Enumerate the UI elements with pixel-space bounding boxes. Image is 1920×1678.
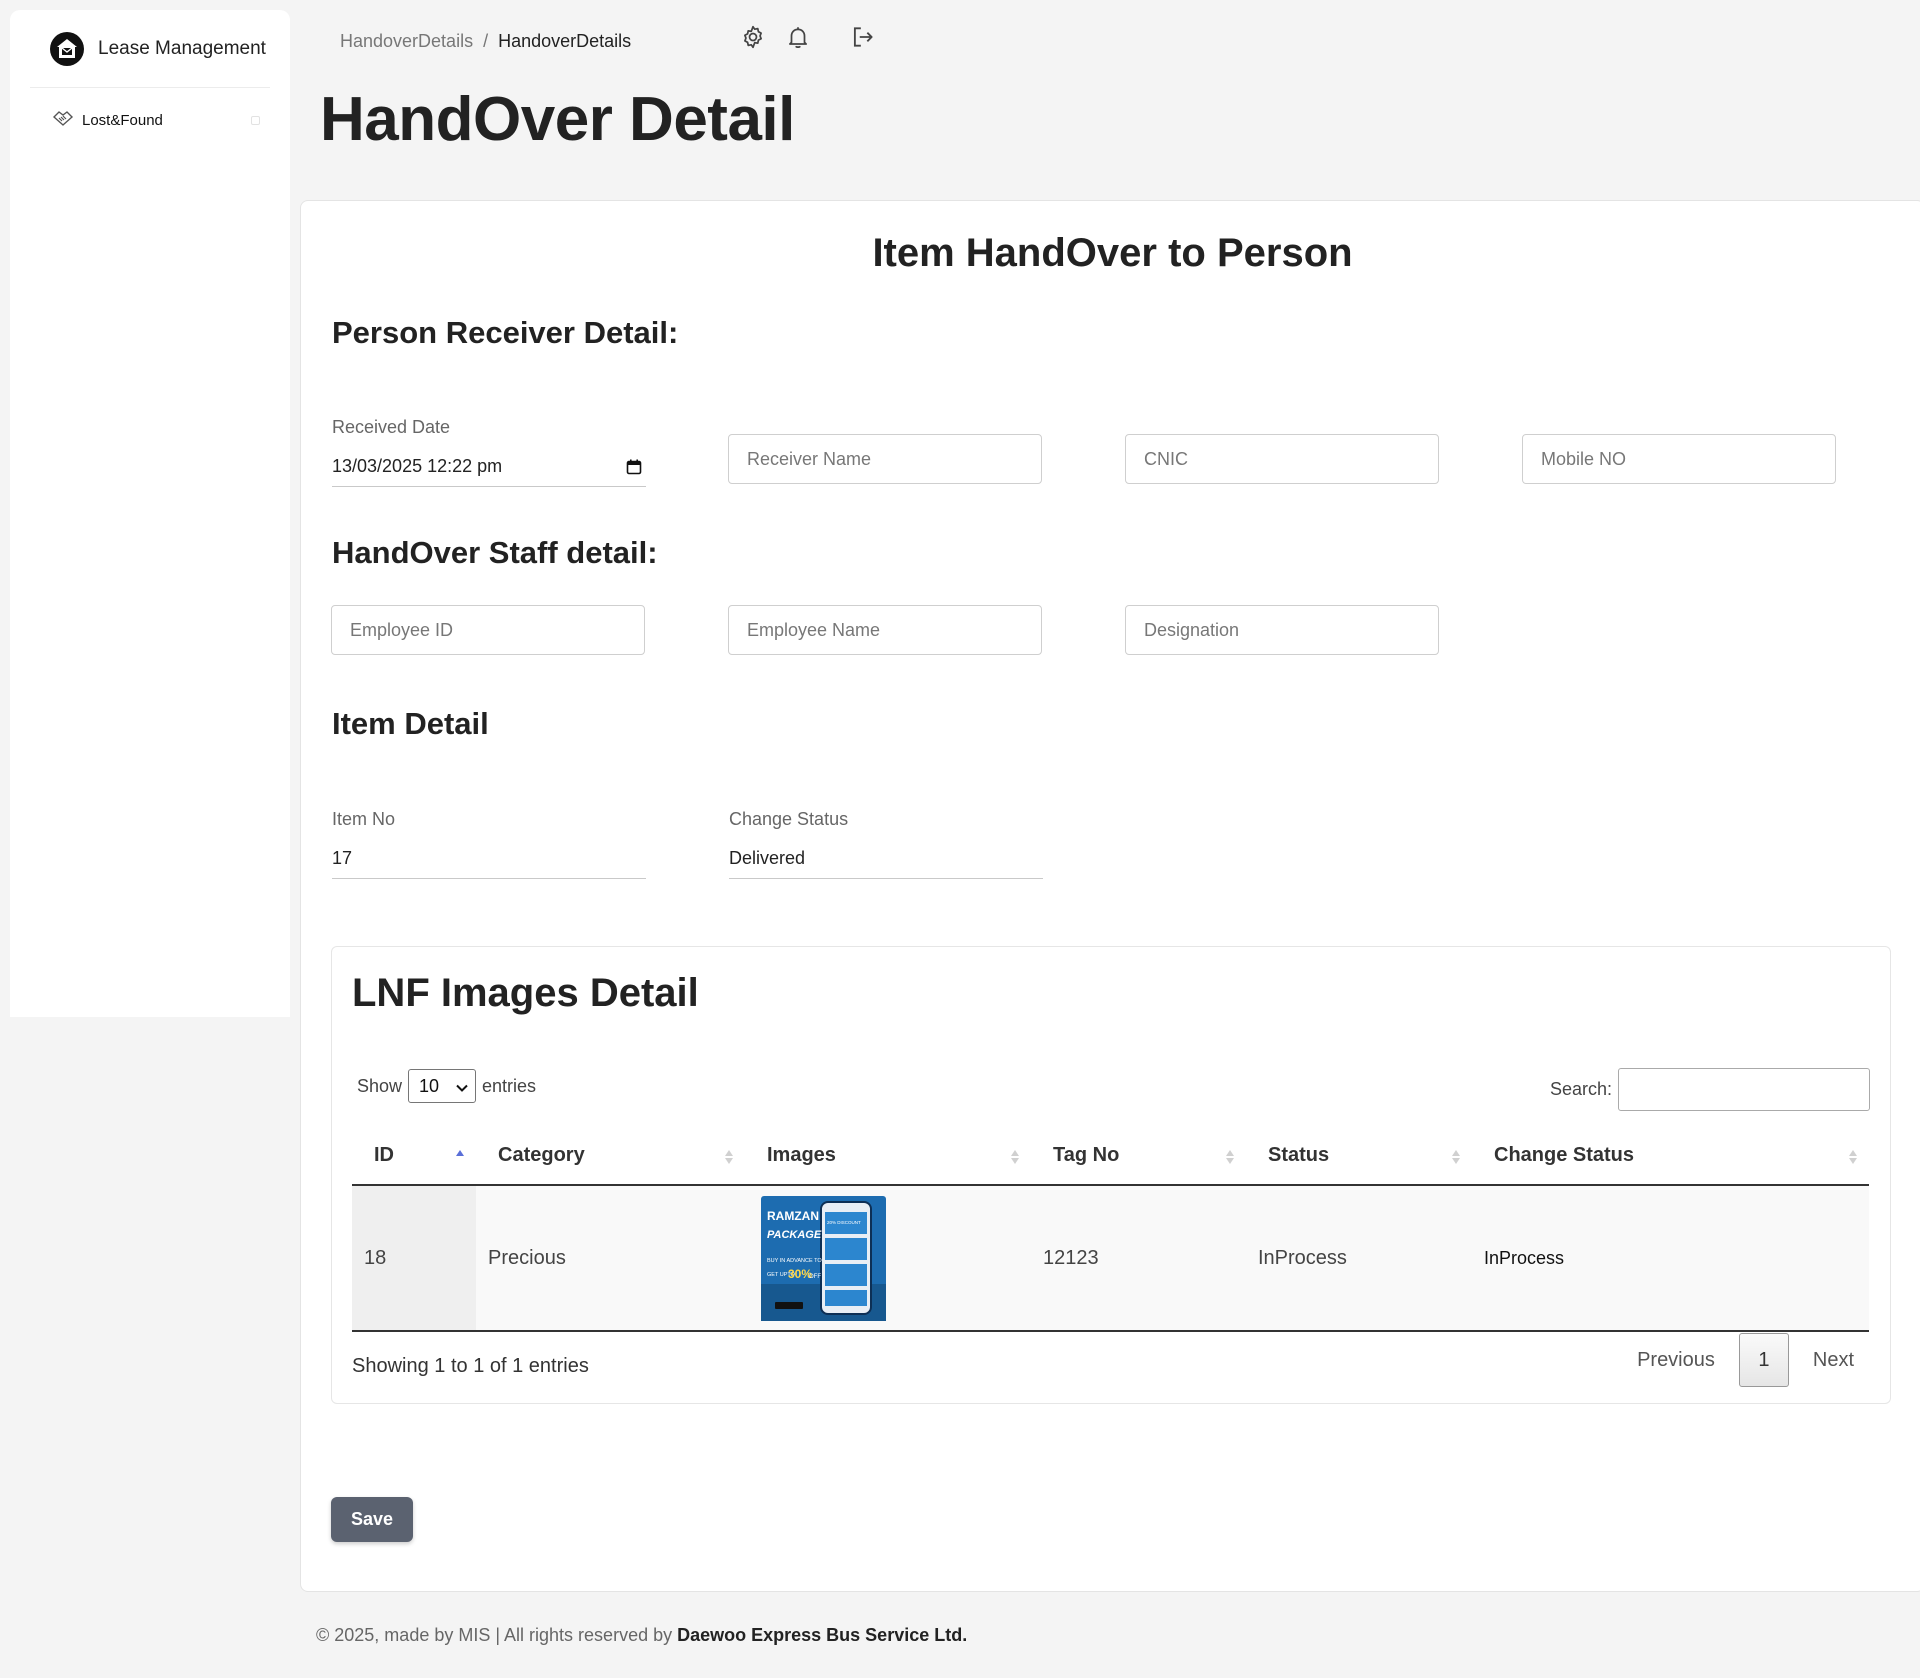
breadcrumb-separator: / <box>483 31 489 51</box>
table-info: Showing 1 to 1 of 1 entries <box>352 1355 589 1377</box>
thumb-text: OFF <box>809 1274 821 1280</box>
table-search-input[interactable] <box>1618 1068 1870 1111</box>
breadcrumb-current: HandoverDetails <box>498 31 632 51</box>
staff-section-heading: HandOver Staff detail: <box>332 535 658 570</box>
cell-images: RAMZAN PACKAGE BUY IN ADVANCE TO GET UPT… <box>745 1185 1031 1332</box>
entries-label: entries <box>482 1075 537 1096</box>
thumb-text: 20% DISCOUNT <box>827 1220 861 1225</box>
column-header-category[interactable]: Category <box>476 1127 745 1186</box>
change-status-value: Delivered <box>729 848 806 868</box>
change-status-label: Change Status <box>729 809 849 829</box>
calendar-icon[interactable] <box>626 459 642 475</box>
house-logo-icon <box>50 31 84 66</box>
column-header-change-status[interactable]: Change Status <box>1472 1127 1869 1186</box>
designation-input[interactable] <box>1125 605 1439 655</box>
item-no-input[interactable]: 17 <box>332 839 646 879</box>
brand-name: Lease Management <box>98 37 266 59</box>
brand[interactable]: Lease Management <box>30 10 270 88</box>
footer: © 2025, made by MIS | All rights reserve… <box>316 1625 967 1646</box>
images-table: ID Category Images Tag No Status Change … <box>352 1127 1869 1332</box>
images-detail-card: LNF Images Detail Show 10 entries Search… <box>331 946 1891 1404</box>
sort-icon <box>1011 1150 1019 1164</box>
bell-icon[interactable] <box>785 24 811 50</box>
footer-company: Daewoo Express Bus Service Ltd. <box>677 1625 968 1645</box>
item-no-value: 17 <box>332 848 353 868</box>
chevron-down-icon <box>456 1076 468 1097</box>
change-status-select[interactable]: Delivered <box>729 839 1043 879</box>
expand-icon[interactable] <box>251 115 260 125</box>
sort-icon <box>1226 1150 1234 1164</box>
previous-button[interactable]: Previous <box>1621 1339 1731 1382</box>
breadcrumb: HandoverDetails / HandoverDetails <box>340 31 631 52</box>
received-date-label: Received Date <box>332 417 451 437</box>
cell-id: 18 <box>352 1185 476 1332</box>
save-button[interactable]: Save <box>331 1497 413 1542</box>
received-date-input[interactable]: 13/03/2025 12:22 pm <box>332 447 646 487</box>
page-1-button[interactable]: 1 <box>1738 1333 1789 1387</box>
handshake-icon <box>52 109 74 132</box>
thumb-text: RAMZAN <box>767 1209 819 1223</box>
sidebar-item-label: Lost&Found <box>82 111 163 129</box>
receiver-section-heading: Person Receiver Detail: <box>332 315 679 350</box>
item-section-heading: Item Detail <box>332 706 489 741</box>
gear-icon[interactable] <box>740 24 766 50</box>
thumb-text: BUY IN ADVANCE TO <box>767 1258 822 1264</box>
pagination: Previous 1 Next <box>1621 1333 1870 1387</box>
cell-status: InProcess <box>1246 1185 1472 1332</box>
cell-change-status[interactable]: InProcess <box>1472 1185 1869 1332</box>
logout-icon[interactable] <box>850 24 876 50</box>
thumb-text: PACKAGE <box>767 1229 822 1241</box>
sort-icon <box>1452 1150 1460 1164</box>
sidebar: Lease Management Lost&Found <box>10 10 290 1017</box>
page-length-select[interactable]: 10 <box>408 1069 477 1103</box>
cnic-input[interactable] <box>1125 434 1439 484</box>
search-label: Search: <box>1549 1079 1612 1099</box>
item-no-label: Item No <box>332 809 396 829</box>
column-header-images[interactable]: Images <box>745 1127 1031 1186</box>
received-date-value: 13/03/2025 12:22 pm <box>332 456 503 476</box>
cell-category: Precious <box>476 1185 745 1332</box>
table-search: Search: <box>1550 1068 1870 1111</box>
images-detail-title: LNF Images Detail <box>352 971 699 1015</box>
page-length-value: 10 <box>419 1075 440 1096</box>
form-title: Item HandOver to Person <box>872 231 1353 275</box>
table-row: 18 Precious RAMZAN PACKAGE BUY IN ADVANC… <box>352 1185 1869 1332</box>
receiver-name-input[interactable] <box>728 434 1042 484</box>
column-header-tag-no[interactable]: Tag No <box>1031 1127 1246 1186</box>
column-header-status[interactable]: Status <box>1246 1127 1472 1186</box>
handover-card: Item HandOver to Person Person Receiver … <box>300 200 1920 1592</box>
column-header-id[interactable]: ID <box>352 1127 476 1186</box>
sort-asc-icon <box>456 1150 464 1156</box>
breadcrumb-parent[interactable]: HandoverDetails <box>340 31 473 52</box>
employee-name-input[interactable] <box>728 605 1042 655</box>
table-header-row: ID Category Images Tag No Status Change … <box>352 1127 1869 1186</box>
sidebar-item-lost-found[interactable]: Lost&Found <box>30 94 270 146</box>
employee-id-input[interactable] <box>331 605 645 655</box>
page-title: HandOver Detail <box>320 85 795 154</box>
show-label: Show <box>357 1075 403 1096</box>
item-thumbnail[interactable]: RAMZAN PACKAGE BUY IN ADVANCE TO GET UPT… <box>761 1195 886 1321</box>
sort-icon <box>725 1150 733 1164</box>
next-button[interactable]: Next <box>1797 1339 1870 1382</box>
page-length-control: Show 10 entries <box>357 1069 536 1103</box>
footer-text: © 2025, made by MIS | All rights reserve… <box>316 1625 678 1645</box>
sort-icon <box>1849 1150 1857 1164</box>
mobile-input[interactable] <box>1522 434 1836 484</box>
cell-tag-no: 12123 <box>1031 1185 1246 1332</box>
